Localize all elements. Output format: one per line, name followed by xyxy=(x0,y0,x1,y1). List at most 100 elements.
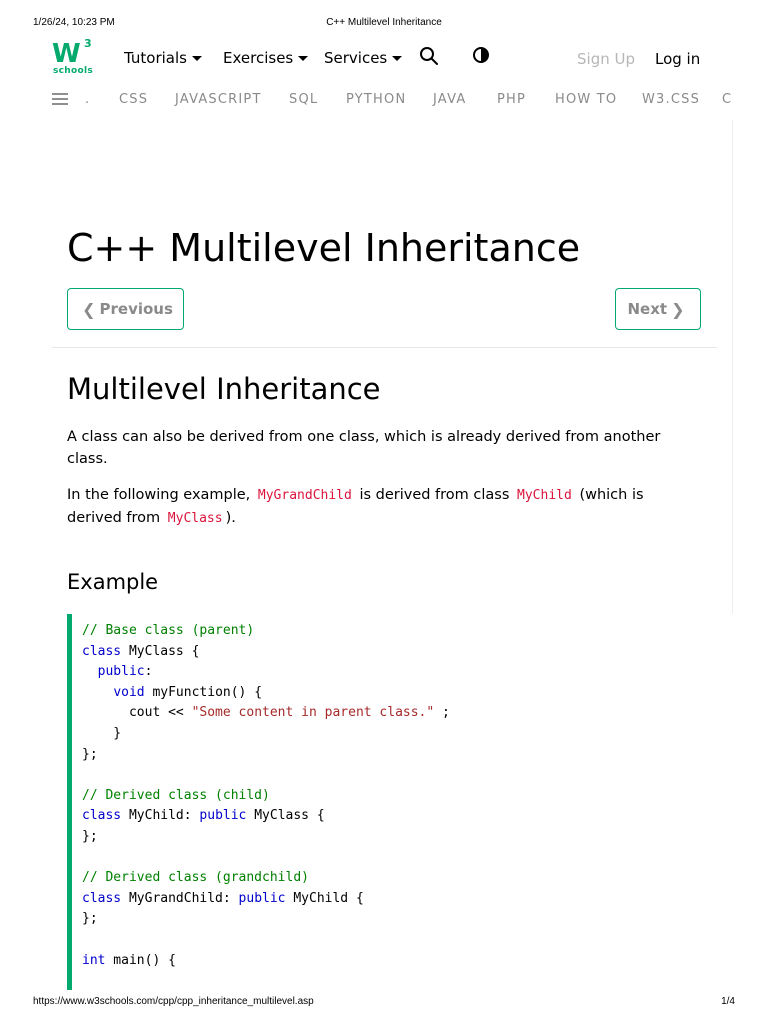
divider xyxy=(52,347,717,348)
nav-tutorials-dropdown[interactable]: Tutorials xyxy=(124,49,202,67)
code-line: public: xyxy=(82,662,450,683)
example-heading: Example xyxy=(67,570,159,594)
subject-link-c[interactable]: C xyxy=(722,92,732,107)
code-token-comment: // Derived class (grandchild) xyxy=(82,870,309,886)
top-navbar: W 3 schools Tutorials Exercises Services… xyxy=(0,37,768,80)
code-token-text: : xyxy=(144,664,153,680)
next-label: Next xyxy=(627,300,668,318)
previous-label: Previous xyxy=(99,300,173,318)
code-token-text: ; xyxy=(434,705,450,721)
previous-button[interactable]: ❮ Previous xyxy=(67,288,184,330)
code-token-comment: // Derived class (child) xyxy=(82,787,270,803)
subject-link-css[interactable]: CSS xyxy=(119,92,148,107)
code-token-kw: int xyxy=(82,952,106,968)
code-token-text: }; xyxy=(82,746,98,762)
code-token-text: myFunction() { xyxy=(144,684,263,700)
code-token-text: main() { xyxy=(105,952,176,968)
text: In the following example, xyxy=(67,487,251,503)
caret-down-icon xyxy=(392,55,403,61)
caret-down-icon xyxy=(191,55,202,61)
logo-mark: W xyxy=(52,39,81,69)
caret-down-icon xyxy=(298,55,309,61)
code-token-kw: public xyxy=(199,808,247,824)
print-url: https://www.w3schools.com/cpp/cpp_inheri… xyxy=(33,996,314,1007)
chevron-right-icon: ❯ xyxy=(671,299,685,319)
example-description: In the following example, MyGrandChild i… xyxy=(67,484,687,530)
code-line: int main() { xyxy=(82,951,450,972)
code-line: // Derived class (grandchild) xyxy=(82,868,450,889)
code-token-text: MyGrandChild: xyxy=(121,890,239,906)
code-block: // Base class (parent) class MyClass { pu… xyxy=(82,621,450,971)
text: is derived from class xyxy=(359,487,510,503)
nav-exercises-dropdown[interactable]: Exercises xyxy=(223,49,309,67)
code-line: // Base class (parent) xyxy=(82,621,450,642)
code-line: }; xyxy=(82,745,450,766)
code-line: class MyChild: public MyClass { xyxy=(82,806,450,827)
log-in-link[interactable]: Log in xyxy=(655,50,700,68)
code-line: class MyGrandChild: public MyChild { xyxy=(82,889,450,910)
code-token-text: cout << xyxy=(82,705,192,721)
print-page-number: 1/4 xyxy=(721,996,735,1007)
chevron-left-icon: ❮ xyxy=(82,299,96,319)
code-token-text: MyChild: xyxy=(121,808,200,824)
code-token-text: }; xyxy=(82,911,98,927)
contrast-icon xyxy=(473,47,489,63)
sign-up-link[interactable]: Sign Up xyxy=(577,50,635,68)
inline-code: MyGrandChild xyxy=(254,488,355,503)
subject-link-how-to[interactable]: HOW TO xyxy=(555,92,617,107)
code-line: } xyxy=(82,724,450,745)
dark-mode-toggle[interactable] xyxy=(472,46,496,70)
text: ). xyxy=(225,510,236,526)
next-button[interactable]: Next ❯ xyxy=(615,288,701,330)
code-line: cout << "Some content in parent class." … xyxy=(82,703,450,724)
inline-code: MyChild xyxy=(514,488,575,503)
code-token-text: } xyxy=(82,725,122,741)
nav-exercises-label: Exercises xyxy=(223,49,294,67)
subject-link[interactable]: . xyxy=(85,92,90,107)
code-line: void myFunction() { xyxy=(82,683,450,704)
nav-tutorials-label: Tutorials xyxy=(124,49,187,67)
subject-link-sql[interactable]: SQL xyxy=(289,92,318,107)
code-token-kw: class xyxy=(82,890,122,906)
code-token-text: MyChild { xyxy=(285,890,364,906)
code-token-kw: void xyxy=(113,684,145,700)
subjects-bar: . CSS JAVASCRIPT SQL PYTHON JAVA PHP HOW… xyxy=(0,88,768,112)
code-token-str: "Some content in parent class." xyxy=(191,705,435,721)
code-line: }; xyxy=(82,827,450,848)
search-button[interactable] xyxy=(419,46,443,70)
code-token-kw: class xyxy=(82,808,122,824)
print-header: 1/26/24, 10:23 PM C++ Multilevel Inherit… xyxy=(0,13,768,29)
subject-link-javascript[interactable]: JAVASCRIPT xyxy=(175,92,262,107)
subject-link-php[interactable]: PHP xyxy=(497,92,526,107)
inline-code: MyClass xyxy=(164,511,226,526)
page-title: C++ Multilevel Inheritance xyxy=(67,226,581,270)
code-token-text: MyClass { xyxy=(121,643,200,659)
search-icon xyxy=(420,47,438,65)
code-token-kw: class xyxy=(82,643,122,659)
subject-link-w3css[interactable]: W3.CSS xyxy=(642,92,700,107)
nav-services-dropdown[interactable]: Services xyxy=(324,49,403,67)
code-token-kw: public xyxy=(97,664,145,680)
w3schools-logo[interactable]: W 3 schools xyxy=(52,37,96,78)
subject-link-python[interactable]: PYTHON xyxy=(346,92,406,107)
intro-paragraph: A class can also be derived from one cla… xyxy=(67,429,661,467)
code-token-kw: public xyxy=(238,890,286,906)
logo-wordmark: schools xyxy=(53,66,94,76)
logo-superscript: 3 xyxy=(84,37,92,50)
code-token-text: }; xyxy=(82,828,98,844)
code-line: // Derived class (child) xyxy=(82,786,450,807)
code-line: class MyClass { xyxy=(82,642,450,663)
subject-link-java[interactable]: JAVA xyxy=(433,92,466,107)
menu-icon[interactable] xyxy=(52,93,68,107)
section-heading: Multilevel Inheritance xyxy=(67,372,381,406)
code-token-text: MyClass { xyxy=(246,808,325,824)
code-line: }; xyxy=(82,909,450,930)
print-footer: https://www.w3schools.com/cpp/cpp_inheri… xyxy=(0,992,768,1008)
nav-services-label: Services xyxy=(324,49,388,67)
print-doc-title: C++ Multilevel Inheritance xyxy=(326,17,442,28)
